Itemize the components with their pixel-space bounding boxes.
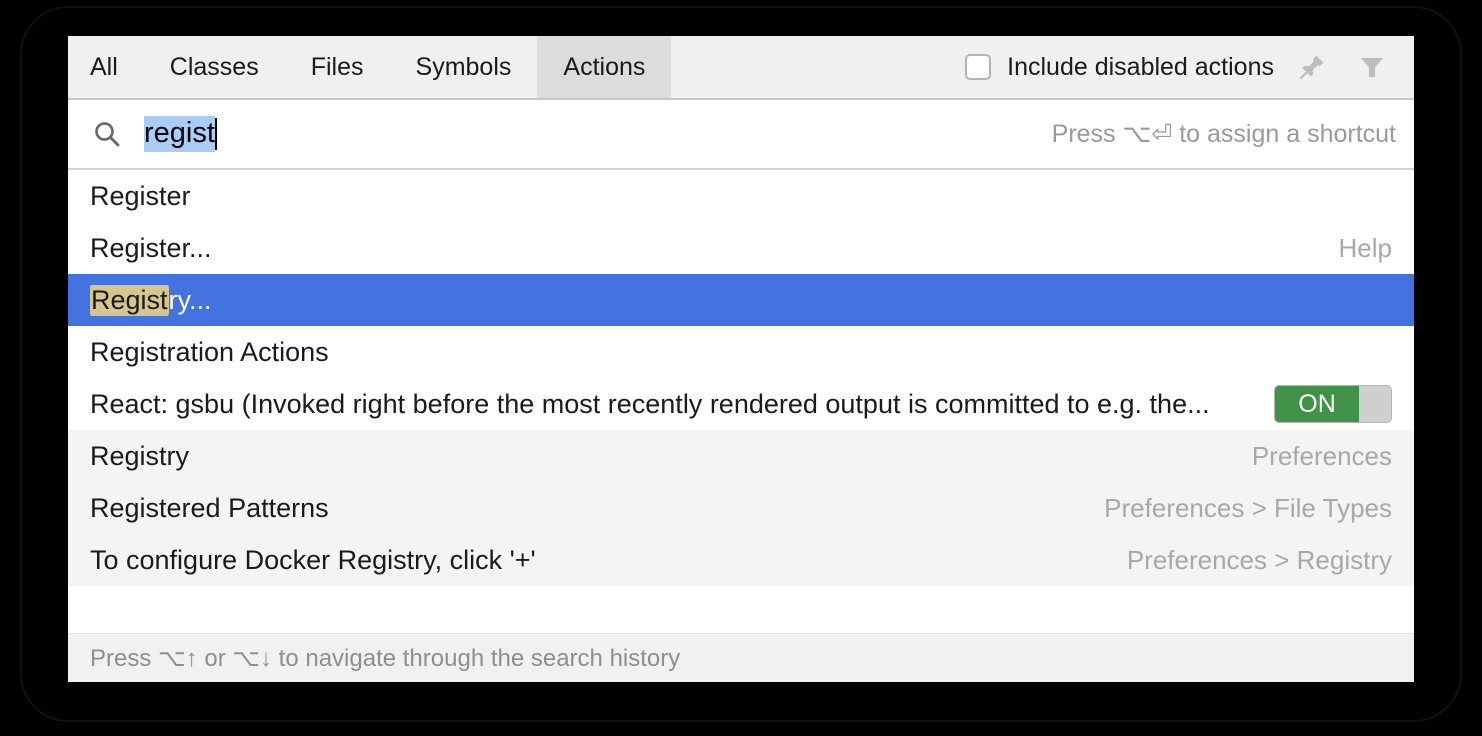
tab-classes[interactable]: Classes bbox=[144, 36, 285, 98]
search-icon bbox=[90, 117, 124, 151]
result-row-registry-dialog[interactable]: Registry... bbox=[68, 274, 1414, 326]
result-row-registry[interactable]: Registry Preferences bbox=[68, 430, 1414, 482]
search-input[interactable]: regist bbox=[144, 115, 217, 153]
pin-icon[interactable] bbox=[1290, 45, 1334, 89]
results-list: Register Register... Help Registry... Re… bbox=[68, 170, 1414, 633]
result-title: To configure Docker Registry, click '+' bbox=[90, 544, 536, 575]
tab-bar: All Classes Files Symbols Actions bbox=[68, 36, 672, 98]
checkbox-box[interactable] bbox=[965, 54, 992, 80]
result-row-register[interactable]: Register bbox=[68, 170, 1414, 222]
result-location: Preferences > Registry bbox=[1126, 544, 1392, 575]
react-gsbu-toggle[interactable]: ON bbox=[1274, 385, 1392, 423]
match-highlight: Regist bbox=[90, 284, 169, 316]
tab-symbols[interactable]: Symbols bbox=[390, 36, 538, 98]
result-title: Registry... bbox=[90, 284, 212, 316]
tab-files[interactable]: Files bbox=[285, 36, 390, 98]
search-row[interactable]: regist Press ⌥⏎ to assign a shortcut bbox=[68, 100, 1414, 170]
filter-icon[interactable] bbox=[1350, 45, 1394, 89]
result-title: Registry bbox=[90, 440, 190, 471]
result-location: Preferences > File Types bbox=[1104, 492, 1392, 523]
result-row-docker-registry[interactable]: To configure Docker Registry, click '+' … bbox=[68, 534, 1414, 586]
result-title: Registered Patterns bbox=[90, 492, 329, 523]
search-history-hint: Press ⌥↑ or ⌥↓ to navigate through the s… bbox=[90, 644, 681, 672]
tab-actions[interactable]: Actions bbox=[537, 36, 672, 98]
header-options: Include disabled actions bbox=[965, 36, 1414, 98]
result-location: Preferences bbox=[1251, 440, 1392, 471]
results-empty-area bbox=[68, 586, 1414, 633]
toggle-knob bbox=[1359, 386, 1391, 422]
result-row-registered-patterns[interactable]: Registered Patterns Preferences > File T… bbox=[68, 482, 1414, 534]
result-title: React: gsbu (Invoked right before the mo… bbox=[90, 388, 1210, 419]
toggle-on-label: ON bbox=[1275, 386, 1359, 422]
result-title: Register bbox=[90, 180, 191, 211]
include-disabled-actions-checkbox[interactable]: Include disabled actions bbox=[965, 53, 1274, 82]
result-row-registration-actions[interactable]: Registration Actions bbox=[68, 326, 1414, 378]
result-title: Register... bbox=[90, 232, 212, 263]
result-location: Help bbox=[1338, 232, 1392, 263]
search-everywhere-popup: All Classes Files Symbols Actions Includ… bbox=[68, 36, 1414, 682]
result-row-react-gsbu[interactable]: React: gsbu (Invoked right before the mo… bbox=[68, 378, 1414, 430]
assign-shortcut-hint: Press ⌥⏎ to assign a shortcut bbox=[1051, 120, 1396, 148]
popup-footer: Press ⌥↑ or ⌥↓ to navigate through the s… bbox=[68, 633, 1414, 682]
result-row-register-dialog[interactable]: Register... Help bbox=[68, 222, 1414, 274]
tab-all[interactable]: All bbox=[68, 36, 144, 98]
search-input-value: regist bbox=[144, 115, 215, 153]
include-disabled-actions-label: Include disabled actions bbox=[1007, 52, 1274, 81]
text-caret bbox=[214, 118, 217, 150]
result-title-rest: ry... bbox=[168, 284, 212, 315]
result-title: Registration Actions bbox=[90, 336, 329, 367]
popup-header: All Classes Files Symbols Actions Includ… bbox=[68, 36, 1414, 100]
